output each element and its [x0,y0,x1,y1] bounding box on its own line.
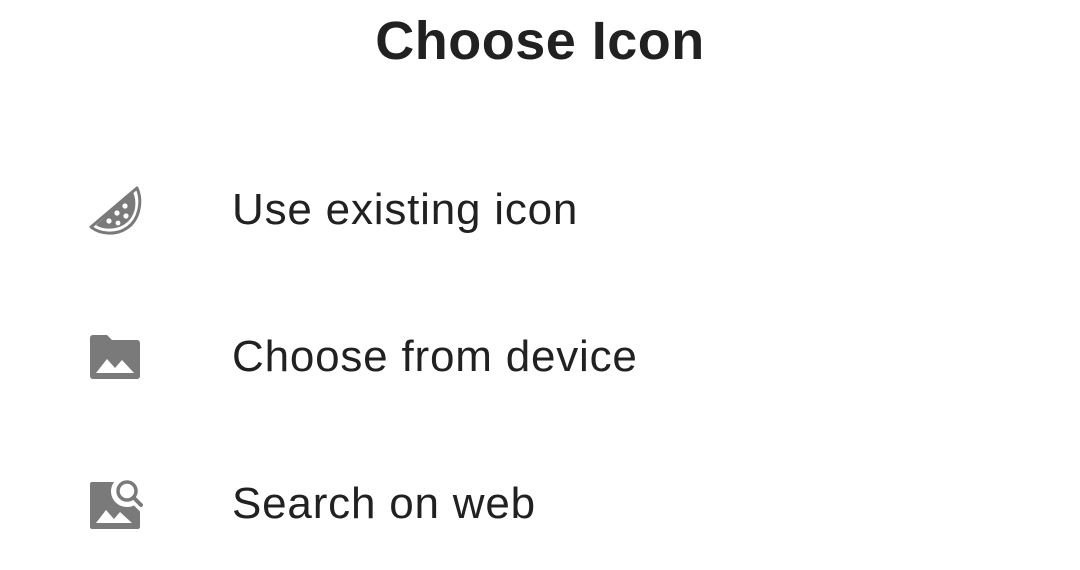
image-folder-icon [87,329,143,385]
use-existing-icon-option[interactable]: Use existing icon [0,146,1080,274]
dialog-title: Choose Icon [375,11,705,71]
choose-from-device-label: Choose from device [232,332,638,381]
search-on-web-label: Search on web [232,479,536,528]
search-on-web-option[interactable]: Search on web [0,440,1080,568]
watermelon-icon [87,182,143,238]
use-existing-icon-label: Use existing icon [232,185,579,234]
choose-icon-dialog: Choose Icon Use existing icon Choose fro… [0,0,1080,570]
image-search-icon [87,476,143,532]
choose-from-device-option[interactable]: Choose from device [0,293,1080,421]
